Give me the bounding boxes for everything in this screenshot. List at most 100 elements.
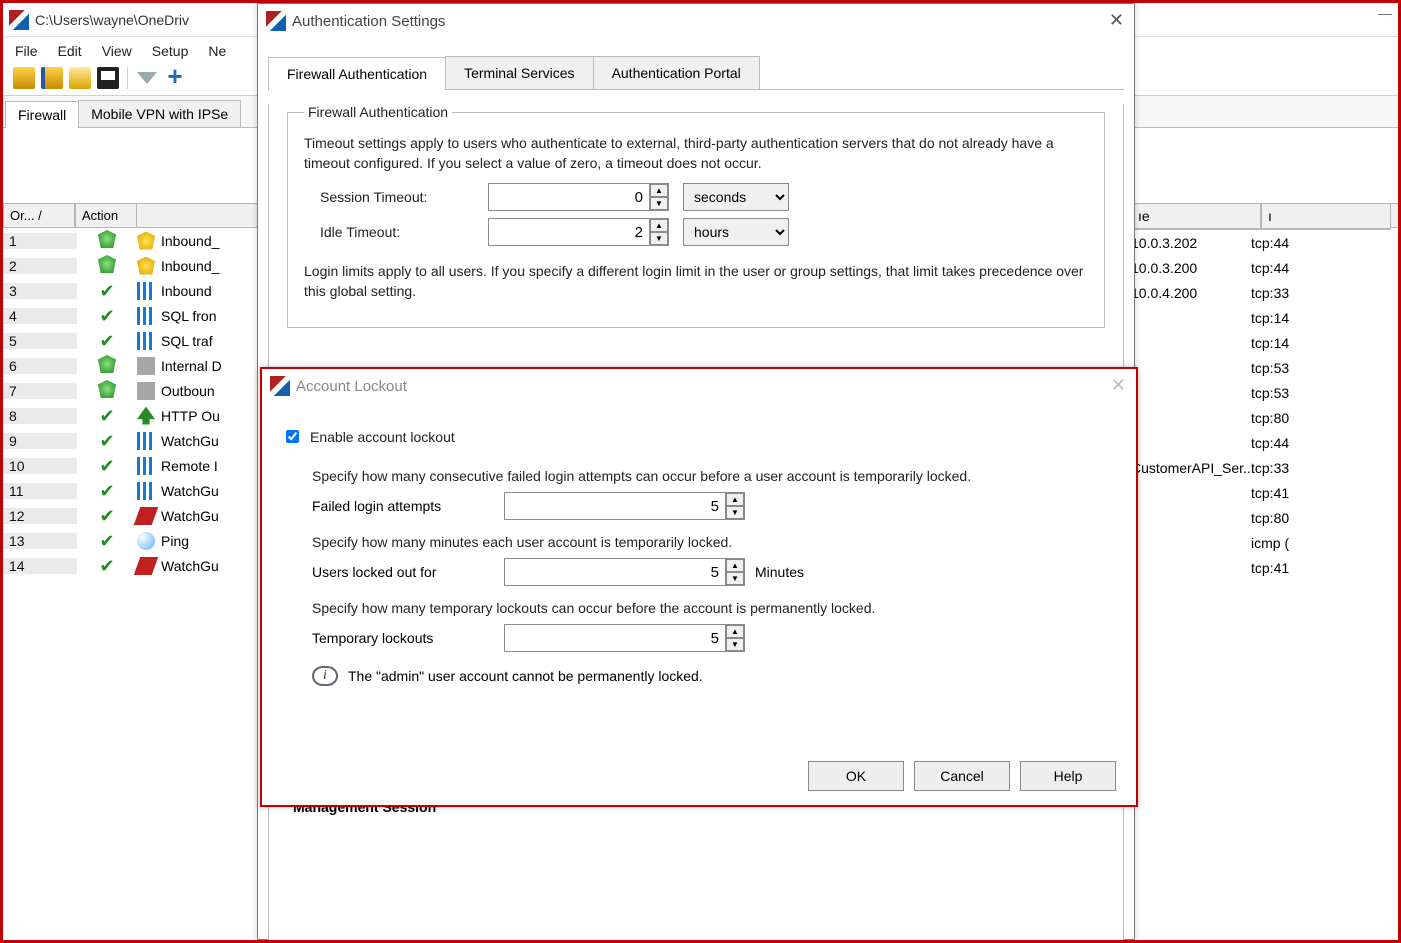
col-order[interactable]: Or... /	[3, 203, 75, 228]
idle-timeout-label: Idle Timeout:	[320, 224, 488, 240]
idle-timeout-input[interactable]	[489, 219, 649, 245]
table-row[interactable]: tcp:14	[1131, 330, 1391, 355]
close-icon[interactable]: ✕	[1111, 375, 1126, 396]
close-icon[interactable]: ✕	[1109, 10, 1124, 31]
row-number: 3	[3, 283, 77, 299]
shield-icon	[98, 355, 116, 373]
chevron-down-icon[interactable]: ▼	[726, 506, 744, 519]
temp-lockouts-spinner[interactable]: ▲ ▼	[504, 624, 745, 652]
locked-duration-input[interactable]	[505, 559, 725, 585]
ok-button[interactable]: OK	[808, 761, 904, 791]
table-row[interactable]: tcp:41	[1131, 480, 1391, 505]
chevron-up-icon[interactable]: ▲	[726, 559, 744, 572]
table-row[interactable]: 10.0.3.200tcp:44	[1131, 255, 1391, 280]
chevron-up-icon[interactable]: ▲	[726, 493, 744, 506]
chevron-down-icon[interactable]: ▼	[650, 197, 668, 210]
table-row[interactable]: tcp:41	[1131, 555, 1391, 580]
row-ip: CustomerAPI_Ser...	[1131, 460, 1251, 476]
chevron-down-icon[interactable]: ▼	[650, 232, 668, 245]
row-number: 10	[3, 458, 77, 474]
tab-mobile-vpn[interactable]: Mobile VPN with IPSe	[78, 100, 241, 127]
check-icon: ✔	[99, 556, 114, 576]
check-icon: ✔	[99, 456, 114, 476]
row-port: icmp (	[1251, 535, 1311, 551]
row-port: tcp:44	[1251, 435, 1311, 451]
chevron-up-icon[interactable]: ▲	[726, 625, 744, 638]
toolbar-add-icon[interactable]: +	[164, 67, 186, 89]
menu-setup[interactable]: Setup	[152, 43, 189, 59]
box-icon	[137, 382, 155, 400]
red-icon	[134, 557, 159, 575]
session-timeout-input[interactable]	[489, 184, 649, 210]
table-row[interactable]: tcp:80	[1131, 405, 1391, 430]
col-action[interactable]: Action	[75, 203, 137, 228]
table-row[interactable]: 10.0.3.202tcp:44	[1131, 230, 1391, 255]
check-icon: ✔	[99, 306, 114, 326]
row-name: WatchGu	[137, 507, 247, 525]
row-port: tcp:14	[1251, 335, 1311, 351]
table-row[interactable]: tcp:53	[1131, 380, 1391, 405]
table-row[interactable]: 10.0.4.200tcp:33	[1131, 280, 1391, 305]
chevron-up-icon[interactable]: ▲	[650, 184, 668, 197]
chevron-down-icon[interactable]: ▼	[726, 572, 744, 585]
tab-auth-portal[interactable]: Authentication Portal	[593, 56, 760, 89]
menu-file[interactable]: File	[15, 43, 38, 59]
toolbar-filter-icon[interactable]	[137, 72, 157, 84]
account-lockout-dialog: Account Lockout ✕ Enable account lockout…	[260, 367, 1138, 807]
row-action: ✔	[77, 282, 137, 300]
table-row[interactable]: tcp:44	[1131, 430, 1391, 455]
right-columns: ıe ı 10.0.3.202tcp:4410.0.3.200tcp:4410.…	[1131, 203, 1391, 580]
row-action	[77, 380, 137, 401]
tab-firewall[interactable]: Firewall	[5, 101, 79, 128]
shield-icon	[98, 230, 116, 248]
row-number: 14	[3, 558, 77, 574]
table-row[interactable]: CustomerAPI_Ser...tcp:33	[1131, 455, 1391, 480]
toolbar-save-icon[interactable]	[97, 67, 119, 89]
menu-ne[interactable]: Ne	[208, 43, 226, 59]
col-ip[interactable]: ıe	[1131, 203, 1261, 229]
tab-firewall-auth[interactable]: Firewall Authentication	[268, 57, 446, 90]
admin-lock-note: The "admin" user account cannot be perma…	[348, 668, 703, 684]
temp-lockouts-input[interactable]	[505, 625, 725, 651]
row-number: 2	[3, 258, 77, 274]
idle-timeout-spinner[interactable]: ▲ ▼	[488, 218, 669, 246]
toolbar-open2-icon[interactable]	[41, 67, 63, 89]
row-action: ✔	[77, 532, 137, 550]
row-name: WatchGu	[137, 432, 247, 450]
table-row[interactable]: tcp:53	[1131, 355, 1391, 380]
enable-lockout-checkbox[interactable]	[286, 430, 299, 443]
group-legend: Firewall Authentication	[304, 104, 452, 120]
temp-lockouts-label: Temporary lockouts	[312, 630, 504, 646]
session-unit-select[interactable]: seconds	[683, 183, 789, 211]
chevron-down-icon[interactable]: ▼	[726, 638, 744, 651]
row-port: tcp:80	[1251, 410, 1311, 426]
failed-attempts-spinner[interactable]: ▲ ▼	[504, 492, 745, 520]
menu-edit[interactable]: Edit	[58, 43, 82, 59]
row-action: ✔	[77, 407, 137, 425]
menu-view[interactable]: View	[102, 43, 132, 59]
dots-icon	[137, 482, 155, 500]
col-port[interactable]: ı	[1261, 203, 1391, 229]
row-number: 4	[3, 308, 77, 324]
chevron-up-icon[interactable]: ▲	[650, 219, 668, 232]
row-action	[77, 255, 137, 276]
toolbar-folder-icon[interactable]	[69, 67, 91, 89]
row-name: WatchGu	[137, 482, 247, 500]
failed-attempts-input[interactable]	[505, 493, 725, 519]
row-action: ✔	[77, 457, 137, 475]
toolbar-open1-icon[interactable]	[13, 67, 35, 89]
table-row[interactable]: tcp:14	[1131, 305, 1391, 330]
minimize-icon[interactable]: —	[1378, 5, 1392, 21]
check-icon: ✔	[99, 431, 114, 451]
session-timeout-spinner[interactable]: ▲ ▼	[488, 183, 669, 211]
tab-terminal-services[interactable]: Terminal Services	[445, 56, 593, 89]
table-row[interactable]: icmp (	[1131, 530, 1391, 555]
shield-icon	[98, 255, 116, 273]
idle-unit-select[interactable]: hours	[683, 218, 789, 246]
help-button[interactable]: Help	[1020, 761, 1116, 791]
locked-duration-spinner[interactable]: ▲ ▼	[504, 558, 745, 586]
cancel-button[interactable]: Cancel	[914, 761, 1010, 791]
table-row[interactable]: tcp:80	[1131, 505, 1391, 530]
row-number: 9	[3, 433, 77, 449]
row-name: Inbound_	[137, 232, 247, 250]
